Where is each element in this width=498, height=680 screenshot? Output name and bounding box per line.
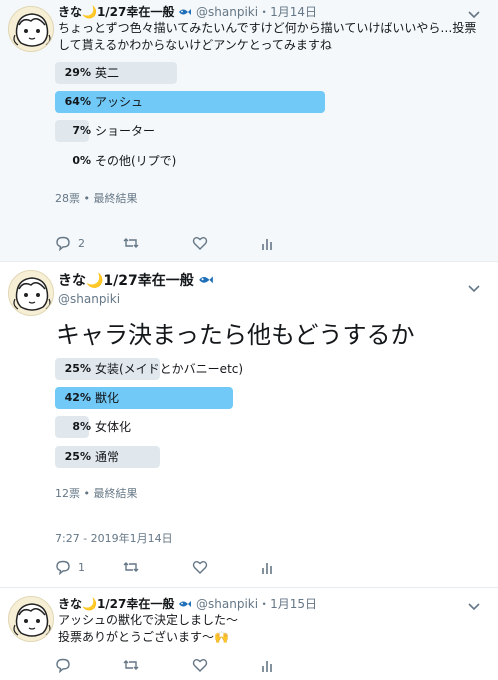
tweet-text: アッシュの獣化で決定しました～ 投票ありがとうございます～🙌 xyxy=(58,612,238,646)
avatar-image xyxy=(9,271,53,315)
reply-icon xyxy=(56,560,70,575)
analytics-icon xyxy=(262,661,272,672)
retweet-button[interactable] xyxy=(123,656,139,674)
tweet-text-line: ちょっとずつ色々描いてみたいんですけど何から描いていけばいいやら…投票 xyxy=(58,21,477,35)
tweet-text: ちょっとずつ色々描いてみたいんですけど何から描いていけばいいやら…投票 して貰え… xyxy=(58,20,476,54)
tweet-text: キャラ決まったら他もどうするか xyxy=(56,321,415,349)
tweet-header: きな🌙1/27幸在一般 @shanpiki・1月14日 xyxy=(58,4,317,20)
display-name[interactable]: きな🌙1/27幸在一般 xyxy=(58,273,194,289)
tweet-date[interactable]: 1月15日 xyxy=(270,597,317,611)
avatar[interactable] xyxy=(8,6,54,52)
reply-icon xyxy=(56,658,70,673)
poll-meta: 28票 • 最終結果 xyxy=(55,192,138,205)
like-button[interactable] xyxy=(192,234,208,252)
reply-button[interactable]: 2 xyxy=(55,234,85,252)
retweet-icon xyxy=(123,562,139,572)
avatar[interactable] xyxy=(8,596,54,642)
reply-icon xyxy=(56,236,70,251)
display-name[interactable]: きな🌙1/27幸在一般 xyxy=(58,597,174,611)
retweet-button[interactable] xyxy=(123,234,139,252)
tweet-handle-row: @shanpiki xyxy=(58,291,120,307)
avatar-image xyxy=(9,597,53,641)
poll-label: ショーター xyxy=(95,124,156,138)
heart-icon xyxy=(192,237,208,250)
tweet-date[interactable]: 1月14日 xyxy=(270,5,317,19)
poll-percent: 42% xyxy=(64,391,91,404)
poll-percent: 64% xyxy=(64,95,91,108)
analytics-icon xyxy=(262,563,272,574)
avatar[interactable] xyxy=(8,270,54,316)
reply-button[interactable]: 1 xyxy=(55,558,85,576)
poll-label: 英二 xyxy=(95,66,120,80)
tweet-actions: 2 xyxy=(55,234,295,252)
retweet-button[interactable] xyxy=(123,558,139,576)
poll-label: 通常 xyxy=(95,450,120,464)
tweet-header: きな🌙1/27幸在一般 xyxy=(58,272,214,290)
separator-dot: ・ xyxy=(258,597,271,611)
reply-count: 1 xyxy=(78,560,85,574)
poll-meta: 12票 • 最終結果 xyxy=(55,487,138,500)
tweet-2[interactable]: きな🌙1/27幸在一般 @shanpiki キャラ決まったら他もどうするか 25… xyxy=(0,262,498,588)
poll-percent: 29% xyxy=(64,66,91,79)
tweet-text-line: 投票ありがとうございます～🙌 xyxy=(58,630,229,644)
reply-count: 2 xyxy=(78,236,85,250)
tweet-header: きな🌙1/27幸在一般 @shanpiki・1月15日 xyxy=(58,596,317,612)
handle[interactable]: @shanpiki xyxy=(196,5,258,19)
fish-icon xyxy=(178,6,192,18)
tweet-actions: 1 xyxy=(55,558,295,576)
separator-dot: ・ xyxy=(258,5,271,19)
reply-button[interactable] xyxy=(55,656,71,674)
handle[interactable]: @shanpiki xyxy=(58,292,120,306)
poll-percent: 25% xyxy=(64,362,91,375)
poll-label: その他(リプで) xyxy=(95,154,177,168)
analytics-icon xyxy=(262,239,272,250)
poll-label: アッシュ xyxy=(95,95,144,109)
chevron-down-icon[interactable] xyxy=(467,602,481,612)
chevron-down-icon[interactable] xyxy=(467,10,481,20)
like-button[interactable] xyxy=(192,558,208,576)
tweet-1[interactable]: きな🌙1/27幸在一般 @shanpiki・1月14日 ちょっとずつ色々描いてみ… xyxy=(0,0,498,262)
poll-label: 女装(メイドとかバニーetc) xyxy=(95,362,244,376)
poll-percent: 8% xyxy=(72,420,91,433)
tweet-actions xyxy=(55,656,295,674)
analytics-button[interactable] xyxy=(260,656,276,674)
analytics-button[interactable] xyxy=(260,234,276,252)
avatar-image xyxy=(9,7,53,51)
tweet-timestamp[interactable]: 7:27 - 2019年1月14日 xyxy=(55,530,173,546)
retweet-icon xyxy=(123,660,139,670)
tweet-3[interactable]: きな🌙1/27幸在一般 @shanpiki・1月15日 アッシュの獣化で決定しま… xyxy=(0,588,498,680)
poll-percent: 0% xyxy=(72,154,91,167)
poll-percent: 7% xyxy=(72,124,91,137)
heart-icon xyxy=(192,561,208,574)
heart-icon xyxy=(192,659,208,672)
chevron-down-icon[interactable] xyxy=(467,284,481,294)
fish-icon xyxy=(198,273,214,287)
poll-percent: 25% xyxy=(64,450,91,463)
handle[interactable]: @shanpiki xyxy=(196,597,258,611)
analytics-button[interactable] xyxy=(260,558,276,576)
retweet-icon xyxy=(123,238,139,248)
tweet-text-line: アッシュの獣化で決定しました～ xyxy=(58,613,239,627)
poll-label: 獣化 xyxy=(95,391,120,405)
display-name[interactable]: きな🌙1/27幸在一般 xyxy=(58,5,174,19)
poll-label: 女体化 xyxy=(95,420,132,434)
tweet-text-line: して貰えるかわからないけどアンケとってみますね xyxy=(58,38,332,52)
like-button[interactable] xyxy=(192,656,208,674)
fish-icon xyxy=(178,598,192,610)
